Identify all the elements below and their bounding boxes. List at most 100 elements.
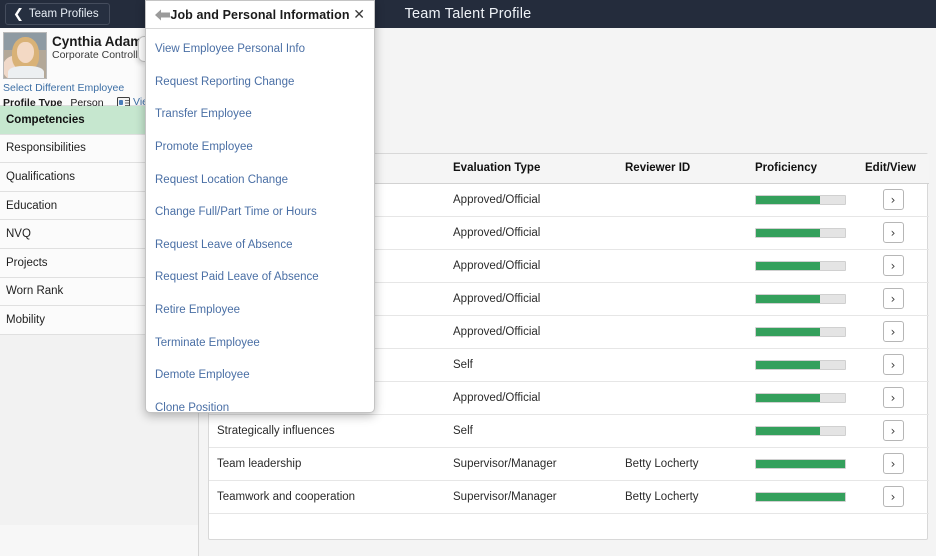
popup-menu-item[interactable]: Request Paid Leave of Absence [146, 261, 374, 294]
cell-reviewer-id [617, 414, 747, 448]
cell-reviewer-id [617, 348, 747, 382]
popup-menu-item[interactable]: Request Leave of Absence [146, 229, 374, 262]
employee-job-title: Corporate Controller [52, 49, 148, 61]
back-to-team-profiles-button[interactable]: ❮ Team Profiles [5, 3, 110, 25]
cell-evaluation-type: Approved/Official [445, 381, 617, 415]
cell-evaluation-type: Approved/Official [445, 216, 617, 250]
proficiency-bar-fill [756, 393, 821, 402]
edit-view-button[interactable]: › [882, 255, 904, 276]
cell-proficiency [747, 348, 857, 382]
cell-edit-view: › [857, 282, 929, 316]
cell-evaluation-type: Approved/Official [445, 315, 617, 349]
cell-reviewer-id [617, 216, 747, 250]
cell-competency-name: Team leadership [209, 447, 445, 481]
popup-menu-item[interactable]: Retire Employee [146, 294, 374, 327]
cell-evaluation-type: Approved/Official [445, 249, 617, 283]
proficiency-bar-fill [756, 228, 821, 237]
job-and-personal-information-popup: Job and Personal Information ✕ View Empl… [145, 0, 375, 413]
cell-proficiency [747, 216, 857, 250]
table-row: Strategically influences Self › [209, 414, 929, 448]
popup-menu-item-label: View Employee Personal Info [155, 43, 306, 56]
popup-menu-item[interactable]: Promote Employee [146, 131, 374, 164]
edit-view-button[interactable]: › [882, 222, 904, 243]
proficiency-bar [755, 458, 846, 469]
proficiency-bar [755, 392, 846, 403]
cell-edit-view: › [857, 348, 929, 382]
cell-edit-view: › [857, 381, 929, 415]
edit-view-button[interactable]: › [882, 453, 904, 474]
cell-reviewer-id [617, 381, 747, 415]
back-button-label: Team Profiles [28, 8, 99, 20]
sidebar-item-label: Education [6, 199, 58, 212]
proficiency-bar [755, 359, 846, 370]
popup-menu-item[interactable]: Demote Employee [146, 359, 374, 392]
popup-menu-item[interactable]: View Employee Personal Info [146, 33, 374, 66]
edit-view-button[interactable]: › [882, 486, 904, 507]
select-different-employee-link[interactable]: Select Different Employee [3, 82, 124, 94]
chevron-left-icon: ❮ [13, 6, 24, 22]
page-title: Team Talent Profile [404, 6, 532, 22]
sidebar-item-label: Projects [6, 256, 48, 269]
sidebar-item-label: Qualifications [6, 170, 76, 183]
popup-menu-item[interactable]: Terminate Employee [146, 326, 374, 359]
arrow-left-icon[interactable] [154, 7, 171, 23]
edit-view-button[interactable]: › [882, 189, 904, 210]
cell-evaluation-type: Self [445, 414, 617, 448]
table-row: Team leadership Supervisor/Manager Betty L… [209, 447, 929, 481]
cell-proficiency [747, 249, 857, 283]
proficiency-bar-fill [756, 426, 821, 435]
popup-menu-item[interactable]: Change Full/Part Time or Hours [146, 196, 374, 229]
proficiency-bar [755, 293, 846, 304]
cell-edit-view: › [857, 447, 929, 481]
popup-menu-item[interactable]: Transfer Employee [146, 98, 374, 131]
cell-evaluation-type: Supervisor/Manager [445, 447, 617, 481]
cell-edit-view: › [857, 414, 929, 448]
edit-view-button[interactable]: › [882, 354, 904, 375]
proficiency-bar [755, 425, 846, 436]
column-header-edit-view: Edit/View [857, 154, 929, 184]
cell-evaluation-type: Supervisor/Manager [445, 480, 617, 514]
popup-menu-item-label: Request Paid Leave of Absence [155, 271, 319, 284]
avatar [3, 32, 47, 79]
cell-edit-view: › [857, 183, 929, 217]
cell-proficiency [747, 381, 857, 415]
popup-menu-item[interactable]: Request Reporting Change [146, 66, 374, 99]
cell-reviewer-id: Betty Locherty [617, 480, 747, 514]
popup-menu-item-label: Demote Employee [155, 369, 250, 382]
popup-menu-item-label: Request Location Change [155, 173, 288, 186]
proficiency-bar-fill [756, 492, 845, 501]
proficiency-bar [755, 260, 846, 271]
popup-menu-item-label: Promote Employee [155, 141, 253, 154]
cell-edit-view: › [857, 249, 929, 283]
edit-view-button[interactable]: › [882, 387, 904, 408]
edit-view-button[interactable]: › [882, 288, 904, 309]
cell-proficiency [747, 480, 857, 514]
app-root: ❮ Team Profiles Team Talent Profile Cynt… [0, 0, 936, 556]
proficiency-bar [755, 194, 846, 205]
proficiency-bar [755, 491, 846, 502]
cell-edit-view: › [857, 315, 929, 349]
cell-proficiency [747, 183, 857, 217]
popup-menu-item-label: Retire Employee [155, 304, 241, 317]
popup-menu-item[interactable]: Clone Position [146, 392, 374, 412]
cell-proficiency [747, 414, 857, 448]
table-row: Teamwork and cooperation Supervisor/Manag… [209, 480, 929, 514]
edit-view-button[interactable]: › [882, 420, 904, 441]
popup-menu-item[interactable]: Request Location Change [146, 163, 374, 196]
popup-menu-list: View Employee Personal Info Request Repor… [146, 29, 374, 412]
proficiency-bar-fill [756, 261, 821, 270]
popup-title: Job and Personal Information [170, 7, 350, 22]
popup-menu-item-label: Request Leave of Absence [155, 238, 293, 251]
popup-menu-item-label: Transfer Employee [155, 108, 252, 121]
cell-reviewer-id [617, 183, 747, 217]
cell-edit-view: › [857, 216, 929, 250]
cell-reviewer-id: Betty Locherty [617, 447, 747, 481]
close-icon[interactable]: ✕ [353, 5, 365, 25]
cell-proficiency [747, 447, 857, 481]
proficiency-bar-fill [756, 195, 821, 204]
top-navigation-bar: ❮ Team Profiles Team Talent Profile [0, 0, 936, 28]
cell-proficiency [747, 282, 857, 316]
employee-name: Cynthia Adams [52, 34, 150, 49]
edit-view-button[interactable]: › [882, 321, 904, 342]
cell-evaluation-type: Self [445, 348, 617, 382]
